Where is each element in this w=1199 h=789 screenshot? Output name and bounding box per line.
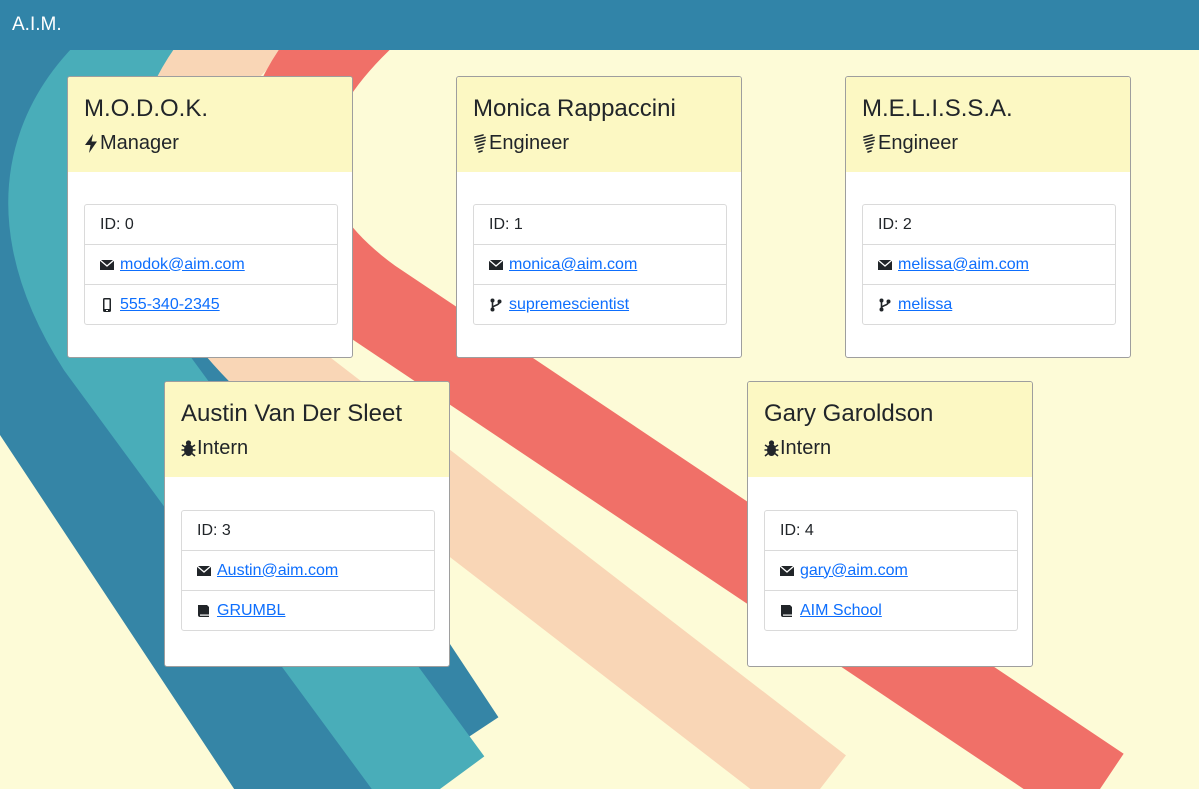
role-label: Manager [100,132,179,154]
github-link[interactable]: melissa [898,296,952,314]
school-row: AIM School [765,591,1017,630]
book-icon [780,604,794,618]
school-link[interactable]: GRUMBL [217,602,285,620]
employee-role: Engineer [473,131,725,155]
school-row: GRUMBL [182,591,434,630]
employee-name: M.O.D.O.K. [84,95,209,122]
employee-name: Austin Van Der Sleet [181,400,403,427]
info-list: ID: 4 gary@aim.com AIM School [764,510,1018,631]
employee-card: Gary Garoldson Intern ID: 4 gary@aim.com… [747,381,1033,667]
github-row: supremescientist [474,285,726,324]
card-header: Gary Garoldson Intern [748,382,1032,477]
employee-name: Gary Garoldson [764,400,934,427]
info-list: ID: 2 melissa@aim.com melissa [862,204,1116,325]
lightbulb-icon [862,133,877,153]
github-row: melissa [863,285,1115,324]
phone-link[interactable]: 555-340-2345 [120,296,220,314]
email-row: gary@aim.com [765,551,1017,591]
id-row: ID: 3 [182,511,434,551]
role-label: Intern [780,437,832,459]
email-link[interactable]: monica@aim.com [509,256,637,274]
email-link[interactable]: gary@aim.com [800,562,908,580]
bug-icon [764,439,779,458]
employee-card: Monica Rappaccini Engineer ID: 1 monica@… [456,76,742,358]
id-text: ID: 4 [780,521,814,539]
employee-card: Austin Van Der Sleet Intern ID: 3 Austin… [164,381,450,667]
git-branch-icon [878,298,892,312]
envelope-icon [878,258,892,272]
email-link[interactable]: modok@aim.com [120,256,245,274]
employee-role: Manager [84,131,336,155]
employee-name: M.E.L.I.S.S.A. [862,95,1013,122]
email-row: monica@aim.com [474,245,726,285]
office-phone-row: 555-340-2345 [85,285,337,324]
employee-role: Intern [181,436,433,460]
git-branch-icon [489,298,503,312]
bolt-icon [84,133,99,153]
email-row: Austin@aim.com [182,551,434,591]
card-header: Monica Rappaccini Engineer [457,77,741,172]
email-row: melissa@aim.com [863,245,1115,285]
brand-logo[interactable]: A.I.M. [12,14,62,36]
employee-card: M.O.D.O.K. Manager ID: 0 modok@aim.com 5… [67,76,353,358]
id-text: ID: 2 [878,215,912,233]
envelope-icon [100,258,114,272]
info-list: ID: 0 modok@aim.com 555-340-2345 [84,204,338,325]
id-row: ID: 2 [863,205,1115,245]
card-header: Austin Van Der Sleet Intern [165,382,449,477]
email-link[interactable]: melissa@aim.com [898,256,1029,274]
envelope-icon [489,258,503,272]
employee-card: M.E.L.I.S.S.A. Engineer ID: 2 melissa@ai… [845,76,1131,358]
email-link[interactable]: Austin@aim.com [217,562,338,580]
bug-icon [181,439,196,458]
envelope-icon [197,564,211,578]
id-text: ID: 0 [100,215,134,233]
email-row: modok@aim.com [85,245,337,285]
id-text: ID: 3 [197,521,231,539]
github-link[interactable]: supremescientist [509,296,629,314]
info-list: ID: 3 Austin@aim.com GRUMBL [181,510,435,631]
navbar: A.I.M. [0,0,1199,50]
info-list: ID: 1 monica@aim.com supremescientist [473,204,727,325]
phone-icon [100,297,114,312]
school-link[interactable]: AIM School [800,602,882,620]
book-icon [197,604,211,618]
envelope-icon [780,564,794,578]
employee-role: Intern [764,436,1016,460]
employee-name: Monica Rappaccini [473,95,676,122]
id-text: ID: 1 [489,215,523,233]
id-row: ID: 4 [765,511,1017,551]
role-label: Intern [197,437,249,459]
id-row: ID: 0 [85,205,337,245]
role-label: Engineer [878,132,959,154]
card-header: M.E.L.I.S.S.A. Engineer [846,77,1130,172]
role-label: Engineer [489,132,570,154]
employee-role: Engineer [862,131,1114,155]
card-header: M.O.D.O.K. Manager [68,77,352,172]
lightbulb-icon [473,133,488,153]
id-row: ID: 1 [474,205,726,245]
